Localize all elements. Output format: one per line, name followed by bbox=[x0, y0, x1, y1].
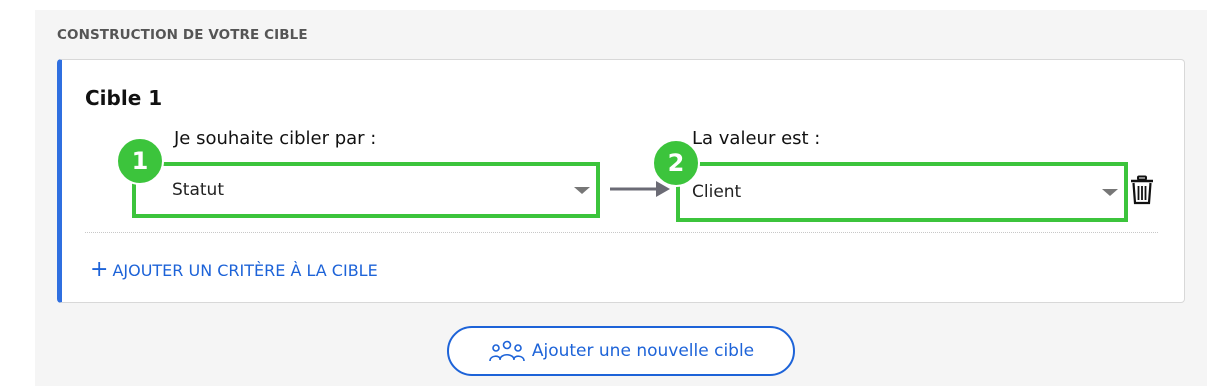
step-badge-1: 1 bbox=[116, 137, 164, 185]
criterion-select[interactable]: Statut bbox=[132, 162, 600, 218]
plus-icon: + bbox=[90, 257, 109, 282]
value-select[interactable]: Client bbox=[676, 162, 1128, 222]
add-criterion-link[interactable]: + AJOUTER UN CRITÈRE À LA CIBLE bbox=[90, 259, 378, 281]
trash-icon[interactable] bbox=[1130, 175, 1154, 205]
chevron-down-icon bbox=[1102, 189, 1118, 196]
divider bbox=[85, 232, 1158, 233]
add-target-button[interactable]: Ajouter une nouvelle cible bbox=[447, 326, 795, 376]
add-criterion-label: AJOUTER UN CRITÈRE À LA CIBLE bbox=[112, 260, 378, 280]
value-label: La valeur est : bbox=[692, 128, 821, 149]
arrow-right-icon bbox=[610, 181, 670, 197]
criterion-label: Je souhaite cibler par : bbox=[174, 128, 377, 149]
chevron-down-icon bbox=[574, 187, 590, 194]
add-target-label: Ajouter une nouvelle cible bbox=[531, 341, 755, 361]
value-select-value: Client bbox=[692, 182, 742, 202]
group-icon bbox=[488, 339, 526, 363]
section-title: CONSTRUCTION DE VOTRE CIBLE bbox=[57, 27, 308, 43]
target-title: Cible 1 bbox=[85, 86, 163, 110]
